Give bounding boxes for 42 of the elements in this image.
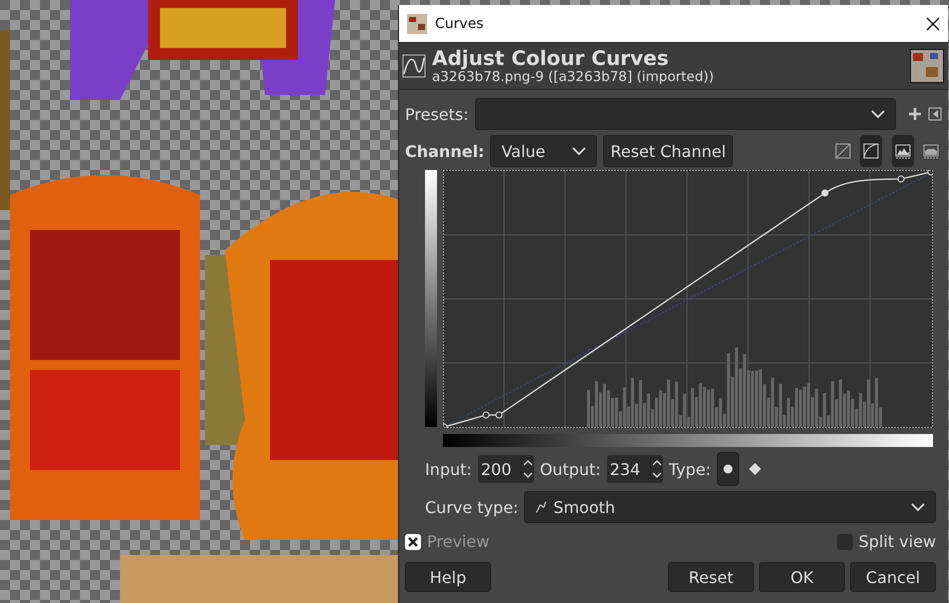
input-spinbox[interactable]: 200 [478, 455, 534, 483]
dialog-button[interactable]: Cancel [850, 562, 936, 592]
smooth-point-toggle[interactable] [716, 452, 739, 486]
circle-icon[interactable] [722, 464, 733, 474]
dialog-button[interactable]: Help [405, 562, 491, 592]
panel-menu-icon[interactable] [928, 107, 942, 121]
split-view-checkbox[interactable] [836, 534, 853, 550]
smooth-curve-icon [535, 500, 548, 514]
channel-label: Channel: [405, 142, 484, 160]
image-thumbnail-icon [407, 14, 427, 34]
presets-label: Presets: [405, 104, 469, 124]
curve-icon[interactable] [863, 143, 879, 159]
reset-channel-button[interactable]: Reset Channel [603, 135, 733, 167]
chevron-down-icon [572, 146, 586, 156]
curve-icon [402, 54, 426, 78]
preview-label: Preview [427, 532, 490, 551]
curve-scale-toggle[interactable] [860, 135, 882, 167]
curve-icon[interactable] [835, 143, 851, 159]
chevron-down-icon [871, 109, 885, 119]
image-name: a3263b78.png-9 ([a3263b78] (imported)) [432, 69, 715, 85]
dialog-heading: Adjust Colour Curves [432, 47, 670, 69]
curve-type-dropdown[interactable]: Smooth [524, 491, 936, 523]
input-field[interactable]: 200 [478, 460, 521, 478]
output-spinbox[interactable]: 234 [606, 455, 663, 483]
input-label: Input: [425, 460, 472, 478]
window-title: Curves [435, 16, 485, 32]
output-label: Output: [540, 460, 601, 478]
close-icon[interactable] [926, 16, 940, 30]
type-label: Type: [668, 460, 711, 478]
curve-type-label: Curve type: [425, 498, 518, 516]
image-thumbnail-icon [910, 49, 944, 83]
channel-dropdown[interactable]: Value [490, 135, 598, 167]
diamond-icon[interactable] [748, 463, 761, 475]
output-field[interactable]: 234 [606, 460, 650, 478]
dialog-button[interactable]: Reset [668, 562, 754, 592]
dialog-button[interactable]: OK [759, 562, 845, 592]
histogram-icon[interactable] [923, 143, 939, 159]
histogram-toggle[interactable] [892, 135, 914, 167]
split-view-label: Split view [858, 532, 936, 551]
chevron-down-icon [911, 502, 925, 512]
plus-icon[interactable] [908, 107, 922, 121]
histogram-icon[interactable] [895, 143, 911, 159]
